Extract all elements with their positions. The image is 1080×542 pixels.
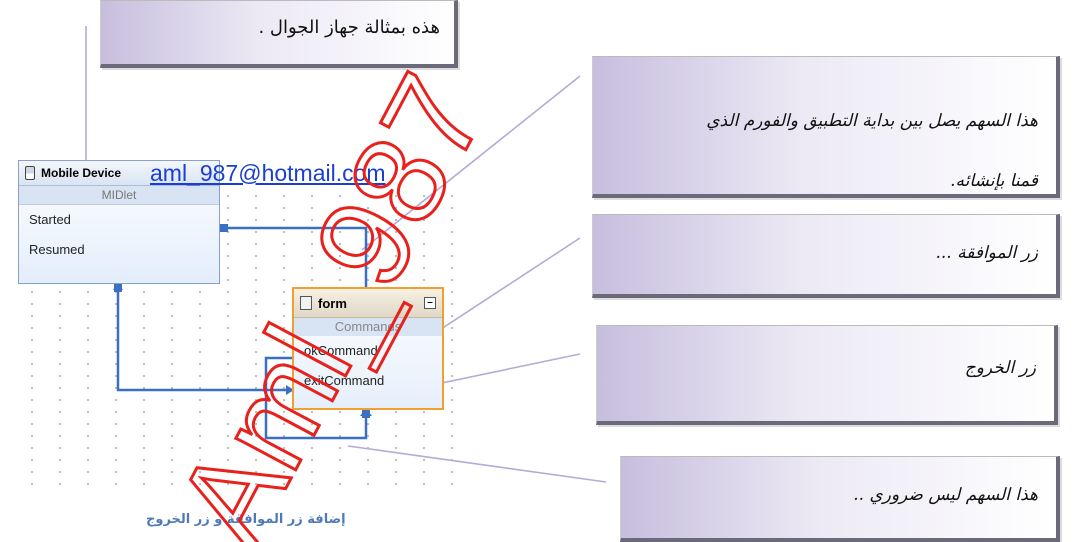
watermark-text: Aml_987 [150,53,513,542]
watermark: Aml_987 [148,51,514,542]
